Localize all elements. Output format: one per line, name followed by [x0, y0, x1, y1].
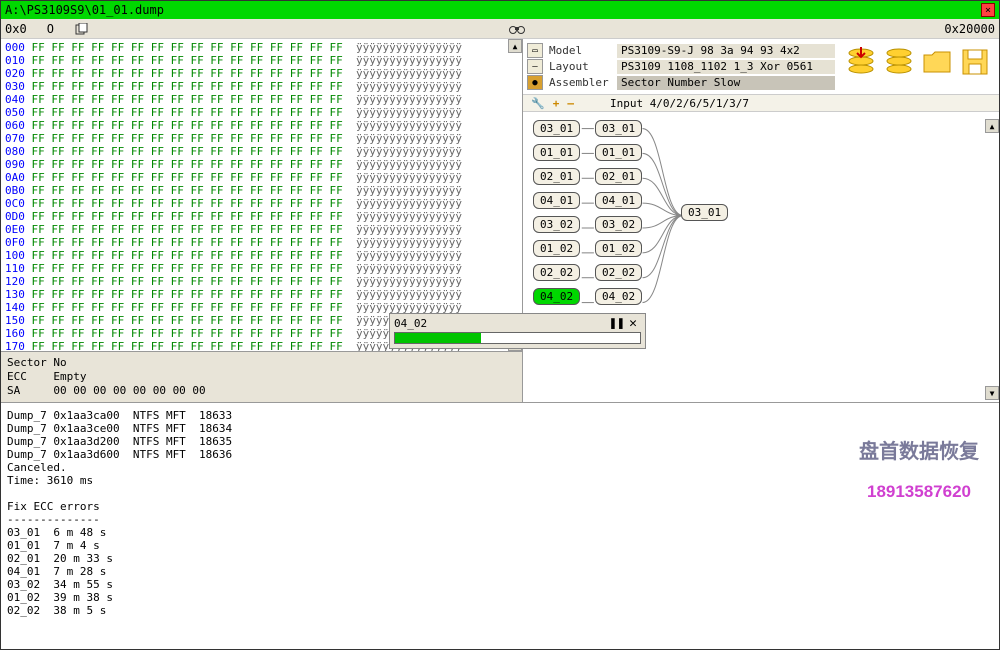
hex-row: 0A0 FF FF FF FF FF FF FF FF FF FF FF FF … [5, 171, 518, 184]
address-end: 0x20000 [944, 22, 995, 36]
progress-close-button[interactable]: ✕ [625, 316, 641, 330]
node-01_01-b[interactable]: 01_01 [595, 144, 642, 161]
right-scroll-down[interactable]: ▼ [985, 386, 999, 400]
disk-stack-icon-2[interactable] [881, 45, 917, 79]
assembler-label: Assembler [549, 76, 617, 89]
progress-label: 04_02 [394, 317, 609, 330]
input-strip: 🔧 + – Input 4/0/2/6/5/1/3/7 [523, 94, 999, 112]
hex-row: 100 FF FF FF FF FF FF FF FF FF FF FF FF … [5, 249, 518, 262]
node-01_01-a[interactable]: 01_01 [533, 144, 580, 161]
layout-label: Layout [549, 60, 617, 73]
tree-expand-icon[interactable]: ▭ [527, 43, 543, 58]
node-03_01-a[interactable]: 03_01 [533, 120, 580, 137]
main-toolbar: 0x0 O 0x20000 [1, 19, 999, 39]
plus-icon[interactable]: + [553, 97, 560, 110]
node-04_02-a[interactable]: 04_02 [533, 288, 580, 305]
tree-toggle-icons: ▭ – ● [527, 43, 543, 90]
hex-row: 0D0 FF FF FF FF FF FF FF FF FF FF FF FF … [5, 210, 518, 223]
hex-row: 010 FF FF FF FF FF FF FF FF FF FF FF FF … [5, 54, 518, 67]
hex-row: 110 FF FF FF FF FF FF FF FF FF FF FF FF … [5, 262, 518, 275]
minus-icon[interactable]: – [567, 97, 574, 110]
node-04_02-b[interactable]: 04_02 [595, 288, 642, 305]
node-output[interactable]: 03_01 [681, 204, 728, 221]
node-02_02-b[interactable]: 02_02 [595, 264, 642, 281]
hex-row: 0F0 FF FF FF FF FF FF FF FF FF FF FF FF … [5, 236, 518, 249]
right-scroll-up[interactable]: ▲ [985, 119, 999, 133]
hex-row: 080 FF FF FF FF FF FF FF FF FF FF FF FF … [5, 145, 518, 158]
address-start: 0x0 [5, 22, 27, 36]
hex-row: 000 FF FF FF FF FF FF FF FF FF FF FF FF … [5, 41, 518, 54]
copy-icon[interactable] [74, 22, 90, 36]
node-03_01-b[interactable]: 03_01 [595, 120, 642, 137]
disk-stack-icon-1[interactable] [843, 45, 879, 79]
sector-info: Sector No ECC Empty SA 00 00 00 00 00 00… [1, 351, 522, 402]
toolbar-o-label: O [47, 22, 54, 36]
node-02_01-a[interactable]: 02_01 [533, 168, 580, 185]
hex-row: 070 FF FF FF FF FF FF FF FF FF FF FF FF … [5, 132, 518, 145]
hex-row: 0C0 FF FF FF FF FF FF FF FF FF FF FF FF … [5, 197, 518, 210]
node-graph[interactable]: 03_01 03_01 01_01 01_01 02_01 02_01 04_01 04_01… [523, 112, 999, 402]
node-01_02-a[interactable]: 01_02 [533, 240, 580, 257]
tree-marker-icon[interactable]: ● [527, 75, 543, 90]
input-label: Input 4/0/2/6/5/1/3/7 [610, 97, 749, 110]
close-button[interactable]: × [981, 3, 995, 17]
save-icon[interactable] [957, 45, 993, 79]
node-02_01-b[interactable]: 02_01 [595, 168, 642, 185]
hex-row: 030 FF FF FF FF FF FF FF FF FF FF FF FF … [5, 80, 518, 93]
node-04_01-a[interactable]: 04_01 [533, 192, 580, 209]
hex-row: 0B0 FF FF FF FF FF FF FF FF FF FF FF FF … [5, 184, 518, 197]
node-03_02-b[interactable]: 03_02 [595, 216, 642, 233]
model-label: Model [549, 44, 617, 57]
scroll-up-button[interactable]: ▲ [508, 39, 522, 53]
progress-bar [394, 332, 641, 344]
node-04_01-b[interactable]: 04_01 [595, 192, 642, 209]
title-bar: A:\PS3109S9\01_01.dump × [1, 1, 999, 19]
node-01_02-b[interactable]: 01_02 [595, 240, 642, 257]
window-title: A:\PS3109S9\01_01.dump [5, 3, 981, 17]
hex-row: 040 FF FF FF FF FF FF FF FF FF FF FF FF … [5, 93, 518, 106]
progress-dialog: 04_02 ❚❚ ✕ [389, 313, 646, 349]
log-output: Dump_7 0x1aa3ca00 NTFS MFT 18633 Dump_7 … [1, 402, 999, 649]
assembler-value: Sector Number Slow [617, 76, 835, 90]
pause-button[interactable]: ❚❚ [609, 316, 625, 330]
binoculars-icon[interactable] [509, 22, 525, 36]
watermark: 盘首数据恢复 18913587620 [859, 420, 979, 524]
hex-row: 090 FF FF FF FF FF FF FF FF FF FF FF FF … [5, 158, 518, 171]
node-03_02-a[interactable]: 03_02 [533, 216, 580, 233]
hex-row: 130 FF FF FF FF FF FF FF FF FF FF FF FF … [5, 288, 518, 301]
hex-dump-view[interactable]: ▲ ▼ 000 FF FF FF FF FF FF FF FF FF FF FF… [1, 39, 522, 351]
folder-icon[interactable] [919, 45, 955, 79]
hex-row: 060 FF FF FF FF FF FF FF FF FF FF FF FF … [5, 119, 518, 132]
hex-row: 0E0 FF FF FF FF FF FF FF FF FF FF FF FF … [5, 223, 518, 236]
hex-row: 120 FF FF FF FF FF FF FF FF FF FF FF FF … [5, 275, 518, 288]
model-value: PS3109-S9-J 98 3a 94 93 4x2 [617, 44, 835, 58]
hex-row: 020 FF FF FF FF FF FF FF FF FF FF FF FF … [5, 67, 518, 80]
hex-row: 050 FF FF FF FF FF FF FF FF FF FF FF FF … [5, 106, 518, 119]
layout-value: PS3109 1108_1102 1_3 Xor 0561 [617, 60, 835, 74]
tree-minus-icon[interactable]: – [527, 59, 543, 74]
wrench-icon[interactable]: 🔧 [531, 97, 545, 110]
node-02_02-a[interactable]: 02_02 [533, 264, 580, 281]
